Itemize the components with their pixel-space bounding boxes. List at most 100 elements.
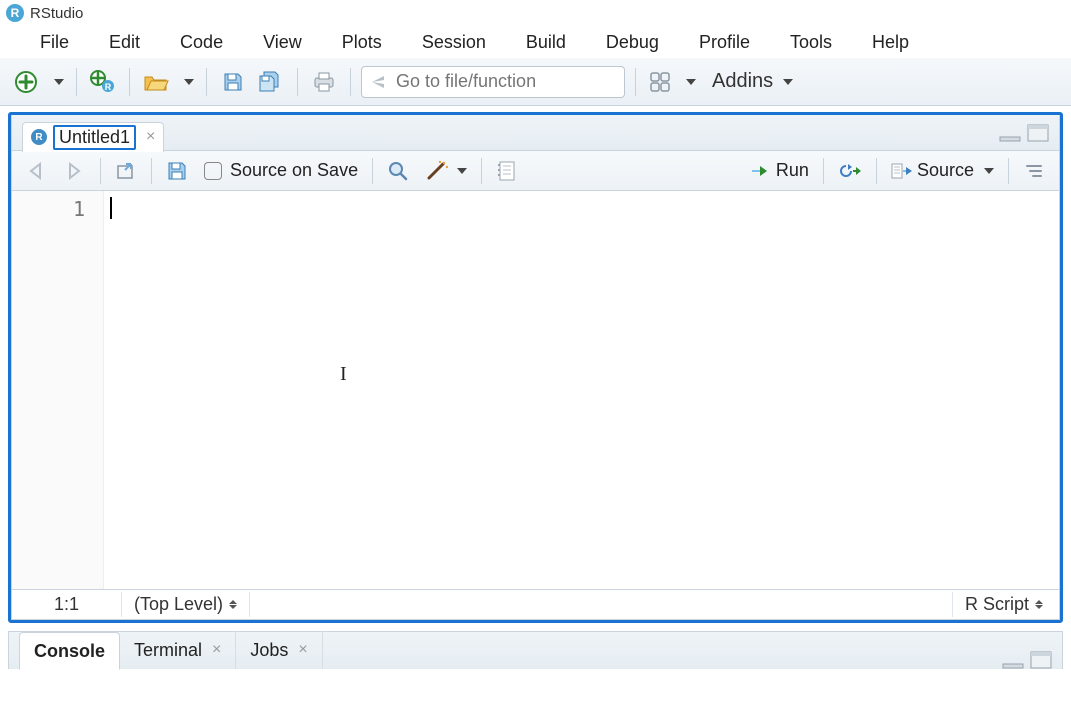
run-label: Run (776, 160, 809, 181)
ibeam-cursor-icon: I (340, 363, 347, 386)
open-folder-icon (143, 71, 169, 93)
menu-edit[interactable]: Edit (89, 26, 160, 59)
tab-console-label: Console (34, 641, 105, 662)
notebook-icon (496, 160, 516, 182)
search-icon (387, 160, 409, 182)
maximize-pane-icon[interactable] (1027, 124, 1049, 142)
open-file-dropdown[interactable] (178, 66, 196, 98)
addins-label: Addins (712, 70, 773, 93)
file-type-label: R Script (965, 594, 1029, 615)
source-toolbar: Source on Save Run (12, 151, 1059, 191)
print-icon (312, 71, 336, 93)
source-icon (891, 162, 913, 180)
menu-bar: File Edit Code View Plots Session Build … (0, 26, 1071, 58)
tab-console[interactable]: Console (19, 632, 120, 670)
menu-session[interactable]: Session (402, 26, 506, 59)
new-file-button[interactable] (10, 66, 42, 98)
save-all-icon (258, 70, 284, 94)
console-pane: Console Terminal × Jobs × (8, 631, 1063, 669)
tab-terminal[interactable]: Terminal × (120, 631, 236, 669)
scope-selector[interactable]: (Top Level) (122, 592, 250, 617)
updown-icon (229, 600, 237, 609)
code-editor[interactable]: 1 I (12, 191, 1059, 589)
cursor-position[interactable]: 1:1 (12, 592, 122, 617)
run-arrow-icon (750, 164, 772, 178)
save-button[interactable] (217, 66, 249, 98)
menu-profile[interactable]: Profile (679, 26, 770, 59)
menu-debug[interactable]: Debug (586, 26, 679, 59)
find-replace-button[interactable] (383, 156, 413, 186)
file-type-selector[interactable]: R Script (952, 592, 1059, 617)
arrow-left-icon (26, 161, 48, 181)
scope-label: (Top Level) (134, 594, 223, 615)
new-file-icon (15, 71, 37, 93)
menu-tools[interactable]: Tools (770, 26, 852, 59)
wand-icon (425, 160, 449, 182)
workspace-panes-dropdown[interactable] (680, 66, 698, 98)
new-project-icon: R (90, 70, 116, 94)
svg-text:R: R (105, 82, 112, 92)
main-toolbar: R Addins (0, 58, 1071, 106)
r-file-icon: R (31, 129, 47, 145)
nav-forward-button[interactable] (60, 156, 90, 186)
save-icon (166, 160, 188, 182)
app-title: RStudio (30, 5, 83, 22)
popout-icon (115, 161, 137, 181)
save-all-button[interactable] (255, 66, 287, 98)
rerun-button[interactable] (834, 156, 866, 186)
nav-back-button[interactable] (22, 156, 52, 186)
editor-tab-bar: R Untitled1 × (12, 115, 1059, 151)
checkbox-icon (204, 162, 222, 180)
menu-help[interactable]: Help (852, 26, 929, 59)
show-in-new-window-button[interactable] (111, 156, 141, 186)
rerun-icon (838, 163, 862, 179)
close-tab-icon[interactable]: × (298, 641, 307, 659)
menu-build[interactable]: Build (506, 26, 586, 59)
source-on-save-label: Source on Save (230, 160, 358, 181)
tab-jobs[interactable]: Jobs × (236, 631, 322, 669)
tab-jobs-label: Jobs (250, 640, 288, 661)
goto-share-icon (369, 72, 389, 92)
new-file-dropdown[interactable] (48, 66, 66, 98)
source-label: Source (917, 160, 974, 181)
grid-icon (649, 71, 671, 93)
minimize-pane-icon[interactable] (999, 128, 1021, 142)
compile-report-button[interactable] (492, 156, 520, 186)
save-icon (222, 71, 244, 93)
app-icon: R (6, 4, 24, 22)
editor-tab-label: Untitled1 (53, 125, 136, 150)
menu-view[interactable]: View (243, 26, 322, 59)
text-cursor (110, 197, 112, 219)
source-editor-pane: R Untitled1 × (8, 112, 1063, 623)
addins-menu[interactable]: Addins (712, 70, 793, 93)
pane-window-controls (999, 124, 1049, 142)
goto-search-wrap (361, 66, 625, 98)
minimize-pane-icon[interactable] (1002, 655, 1024, 669)
editor-status-bar: 1:1 (Top Level) R Script (12, 589, 1059, 619)
goto-file-input[interactable] (361, 66, 625, 98)
save-doc-button[interactable] (162, 156, 192, 186)
editor-tab-untitled1[interactable]: R Untitled1 × (22, 122, 164, 152)
tab-terminal-label: Terminal (134, 640, 202, 661)
menu-code[interactable]: Code (160, 26, 243, 59)
outline-button[interactable] (1019, 156, 1049, 186)
close-tab-icon[interactable]: × (212, 641, 221, 659)
run-button[interactable]: Run (746, 156, 813, 186)
arrow-right-icon (64, 161, 86, 181)
title-bar: R RStudio (0, 0, 1071, 26)
source-button[interactable]: Source (887, 156, 998, 186)
new-project-button[interactable]: R (87, 66, 119, 98)
print-button[interactable] (308, 66, 340, 98)
maximize-pane-icon[interactable] (1030, 651, 1052, 669)
close-tab-icon[interactable]: × (146, 128, 155, 146)
menu-file[interactable]: File (0, 26, 89, 59)
code-tools-button[interactable] (421, 156, 471, 186)
menu-plots[interactable]: Plots (322, 26, 402, 59)
pane-window-controls (1002, 651, 1052, 669)
source-on-save-toggle[interactable]: Source on Save (200, 156, 362, 186)
line-gutter: 1 (12, 191, 104, 589)
workspace-panes-button[interactable] (646, 68, 674, 96)
line-number: 1 (12, 197, 85, 221)
console-tab-bar: Console Terminal × Jobs × (8, 631, 1063, 669)
open-file-button[interactable] (140, 66, 172, 98)
